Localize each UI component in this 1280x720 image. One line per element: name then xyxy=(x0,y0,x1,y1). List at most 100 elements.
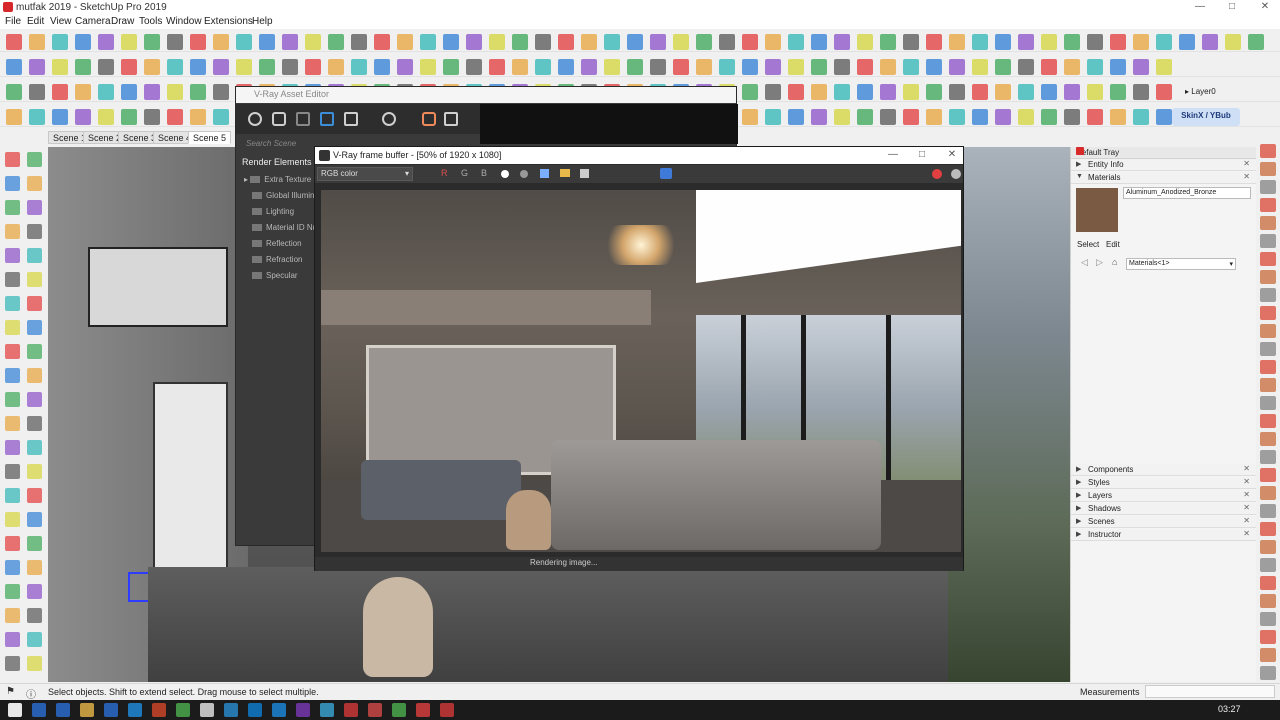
toolbar-tool-icon[interactable] xyxy=(6,34,22,50)
tray-section-materials[interactable]: ▼ Materials ✕ xyxy=(1071,172,1256,184)
toolbar-tool-icon[interactable] xyxy=(6,109,22,125)
toolbar-tool-icon[interactable] xyxy=(604,59,620,75)
toolbar-tool-icon[interactable] xyxy=(880,109,896,125)
settings-gear-icon[interactable] xyxy=(382,112,396,126)
tab-select[interactable]: Select xyxy=(1077,240,1099,249)
material-swatch[interactable] xyxy=(1076,188,1118,232)
drawing-tool-icon[interactable] xyxy=(5,392,20,407)
toolbar-tool-icon[interactable] xyxy=(949,59,965,75)
extension-tool-icon[interactable] xyxy=(1260,342,1276,356)
toolbar-tool-icon[interactable] xyxy=(581,34,597,50)
toolbar-tool-icon[interactable] xyxy=(213,109,229,125)
taskbar-app-icon[interactable] xyxy=(224,703,238,717)
texture-icon[interactable] xyxy=(344,112,358,126)
toolbar-tool-icon[interactable] xyxy=(857,109,873,125)
menu-extensions[interactable]: Extensions xyxy=(204,16,253,27)
extension-tool-icon[interactable] xyxy=(1260,216,1276,230)
toolbar-tool-icon[interactable] xyxy=(52,59,68,75)
geo-location-icon[interactable]: ⚑ xyxy=(6,686,15,697)
toolbar-tool-icon[interactable] xyxy=(811,34,827,50)
toolbar-tool-icon[interactable] xyxy=(903,34,919,50)
toolbar-tool-icon[interactable] xyxy=(144,34,160,50)
save-image-icon[interactable] xyxy=(540,169,549,178)
toolbar-tool-icon[interactable] xyxy=(765,109,781,125)
toolbar-tool-icon[interactable] xyxy=(765,34,781,50)
toolbar-tool-icon[interactable] xyxy=(1064,34,1080,50)
toolbar-tool-icon[interactable] xyxy=(512,59,528,75)
toolbar-tool-icon[interactable] xyxy=(558,34,574,50)
blue-channel-button[interactable]: B xyxy=(481,168,487,178)
extension-tool-icon[interactable] xyxy=(1260,558,1276,572)
menu-tools[interactable]: Tools xyxy=(139,16,162,27)
drawing-tool-icon[interactable] xyxy=(27,224,42,239)
toolbar-tool-icon[interactable] xyxy=(834,59,850,75)
toolbar-tool-icon[interactable] xyxy=(880,34,896,50)
drawing-tool-icon[interactable] xyxy=(5,488,20,503)
toolbar-tool-icon[interactable] xyxy=(351,59,367,75)
drawing-tool-icon[interactable] xyxy=(5,608,20,623)
toolbar-tool-icon[interactable] xyxy=(305,34,321,50)
toolbar-tool-icon[interactable] xyxy=(972,109,988,125)
toolbar-tool-icon[interactable] xyxy=(420,59,436,75)
drawing-tool-icon[interactable] xyxy=(27,512,42,527)
extension-tool-icon[interactable] xyxy=(1260,270,1276,284)
toolbar-tool-icon[interactable] xyxy=(466,59,482,75)
toolbar-tool-icon[interactable] xyxy=(213,34,229,50)
toolbar-tool-icon[interactable] xyxy=(167,34,183,50)
light-bulb-icon[interactable] xyxy=(272,112,286,126)
toolbar-tool-icon[interactable] xyxy=(328,34,344,50)
toolbar-tool-icon[interactable] xyxy=(742,84,758,100)
toolbar-tool-icon[interactable] xyxy=(1087,84,1103,100)
toolbar-tool-icon[interactable] xyxy=(788,34,804,50)
drawing-tool-icon[interactable] xyxy=(5,632,20,647)
open-folder-icon[interactable] xyxy=(560,169,570,177)
drawing-tool-icon[interactable] xyxy=(27,464,42,479)
extension-tool-icon[interactable] xyxy=(1260,288,1276,302)
toolbar-tool-icon[interactable] xyxy=(719,59,735,75)
toolbar-tool-icon[interactable] xyxy=(880,59,896,75)
taskbar-app-icon[interactable] xyxy=(272,703,286,717)
stop-render-icon[interactable] xyxy=(932,169,942,179)
region-render-icon[interactable] xyxy=(660,168,672,179)
toolbar-tool-icon[interactable] xyxy=(972,84,988,100)
drawing-tool-icon[interactable] xyxy=(5,368,20,383)
toolbar-tool-icon[interactable] xyxy=(581,59,597,75)
extension-tool-icon[interactable] xyxy=(1260,648,1276,662)
menu-draw[interactable]: Draw xyxy=(111,16,134,27)
toolbar-tool-icon[interactable] xyxy=(1018,34,1034,50)
extension-tool-icon[interactable] xyxy=(1260,378,1276,392)
drawing-tool-icon[interactable] xyxy=(27,248,42,263)
taskbar-app-icon[interactable] xyxy=(80,703,94,717)
toolbar-tool-icon[interactable] xyxy=(1110,34,1126,50)
extension-tool-icon[interactable] xyxy=(1260,666,1276,680)
toolbar-tool-icon[interactable] xyxy=(535,34,551,50)
extension-tool-icon[interactable] xyxy=(1260,594,1276,608)
toolbar-tool-icon[interactable] xyxy=(949,109,965,125)
toolbar-tool-icon[interactable] xyxy=(1041,84,1057,100)
toolbar-tool-icon[interactable] xyxy=(1018,59,1034,75)
toolbar-tool-icon[interactable] xyxy=(926,109,942,125)
toolbar-tool-icon[interactable] xyxy=(673,59,689,75)
drawing-tool-icon[interactable] xyxy=(27,200,42,215)
alpha-channel-icon[interactable] xyxy=(501,170,509,178)
toolbar-tool-icon[interactable] xyxy=(167,109,183,125)
toolbar-tool-icon[interactable] xyxy=(1248,34,1264,50)
geometry-cube-icon[interactable] xyxy=(296,112,310,126)
taskbar-app-icon[interactable] xyxy=(176,703,190,717)
render-element-item[interactable]: Specular xyxy=(252,271,298,280)
extension-tool-icon[interactable] xyxy=(1260,306,1276,320)
toolbar-tool-icon[interactable] xyxy=(1202,34,1218,50)
drawing-tool-icon[interactable] xyxy=(5,560,20,575)
render-element-item[interactable]: ▸ Extra Texture xyxy=(244,175,311,184)
toolbar-tool-icon[interactable] xyxy=(1018,84,1034,100)
taskbar-app-icon[interactable] xyxy=(296,703,310,717)
toolbar-tool-icon[interactable] xyxy=(29,84,45,100)
taskbar-app-icon[interactable] xyxy=(104,703,118,717)
tray-section-shadows[interactable]: ▶ Shadows ✕ xyxy=(1071,503,1256,515)
toolbar-tool-icon[interactable] xyxy=(98,109,114,125)
drawing-tool-icon[interactable] xyxy=(27,632,42,647)
tray-section-styles[interactable]: ▶ Styles ✕ xyxy=(1071,477,1256,489)
menu-window[interactable]: Window xyxy=(166,16,202,27)
toolbar-tool-icon[interactable] xyxy=(788,109,804,125)
toolbar-tool-icon[interactable] xyxy=(167,59,183,75)
